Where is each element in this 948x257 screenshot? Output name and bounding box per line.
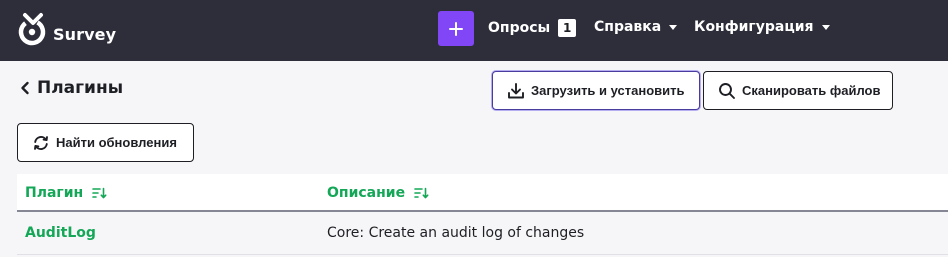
- nav-help-label: Справка: [594, 19, 662, 35]
- find-updates-label: Найти обновления: [56, 135, 177, 150]
- surveys-count-badge: 1: [558, 19, 577, 37]
- column-header-description[interactable]: Описание: [327, 185, 429, 201]
- page-title: Плагины: [37, 78, 124, 98]
- column-header-label: Плагин: [25, 185, 84, 201]
- caret-down-icon: [821, 24, 830, 30]
- sort-icon: [414, 187, 429, 199]
- sort-icon: [92, 187, 107, 199]
- refresh-icon: [34, 135, 48, 150]
- column-header-label: Описание: [327, 185, 406, 201]
- scan-files-button[interactable]: Сканировать файлов: [703, 71, 893, 110]
- search-icon: [719, 82, 735, 99]
- column-header-plugin[interactable]: Плагин: [25, 185, 107, 201]
- caret-down-icon: [669, 24, 678, 30]
- plugin-description: Core: Create an audit log of changes: [327, 225, 585, 241]
- top-navbar: Survey Опросы 1 Справка Конфигурация: [0, 0, 948, 61]
- plugins-table: Плагин Описание AuditLog Core: Create an…: [17, 174, 948, 255]
- upload-install-label: Загрузить и установить: [531, 83, 685, 98]
- create-survey-button[interactable]: [438, 11, 474, 46]
- nav-surveys[interactable]: Опросы 1: [488, 19, 577, 37]
- chevron-left-icon: [21, 81, 29, 95]
- find-updates-button[interactable]: Найти обновления: [17, 123, 194, 162]
- nav-configuration-label: Конфигурация: [694, 19, 814, 35]
- brand-link[interactable]: Survey: [16, 12, 116, 48]
- survey-logo-icon: [18, 13, 46, 46]
- scan-files-label: Сканировать файлов: [742, 83, 881, 98]
- plugin-name-link[interactable]: AuditLog: [25, 225, 96, 241]
- nav-configuration-dropdown[interactable]: Конфигурация: [694, 19, 830, 35]
- nav-help-dropdown[interactable]: Справка: [594, 19, 678, 35]
- nav-surveys-label: Опросы: [488, 20, 551, 36]
- upload-install-button[interactable]: Загрузить и установить: [492, 71, 700, 110]
- table-row: AuditLog Core: Create an audit log of ch…: [17, 212, 948, 255]
- plus-icon: [449, 21, 463, 36]
- table-header: Плагин Описание: [17, 174, 948, 212]
- download-icon: [508, 82, 524, 98]
- brand-name: Survey: [53, 24, 117, 44]
- back-link[interactable]: Плагины: [20, 78, 123, 98]
